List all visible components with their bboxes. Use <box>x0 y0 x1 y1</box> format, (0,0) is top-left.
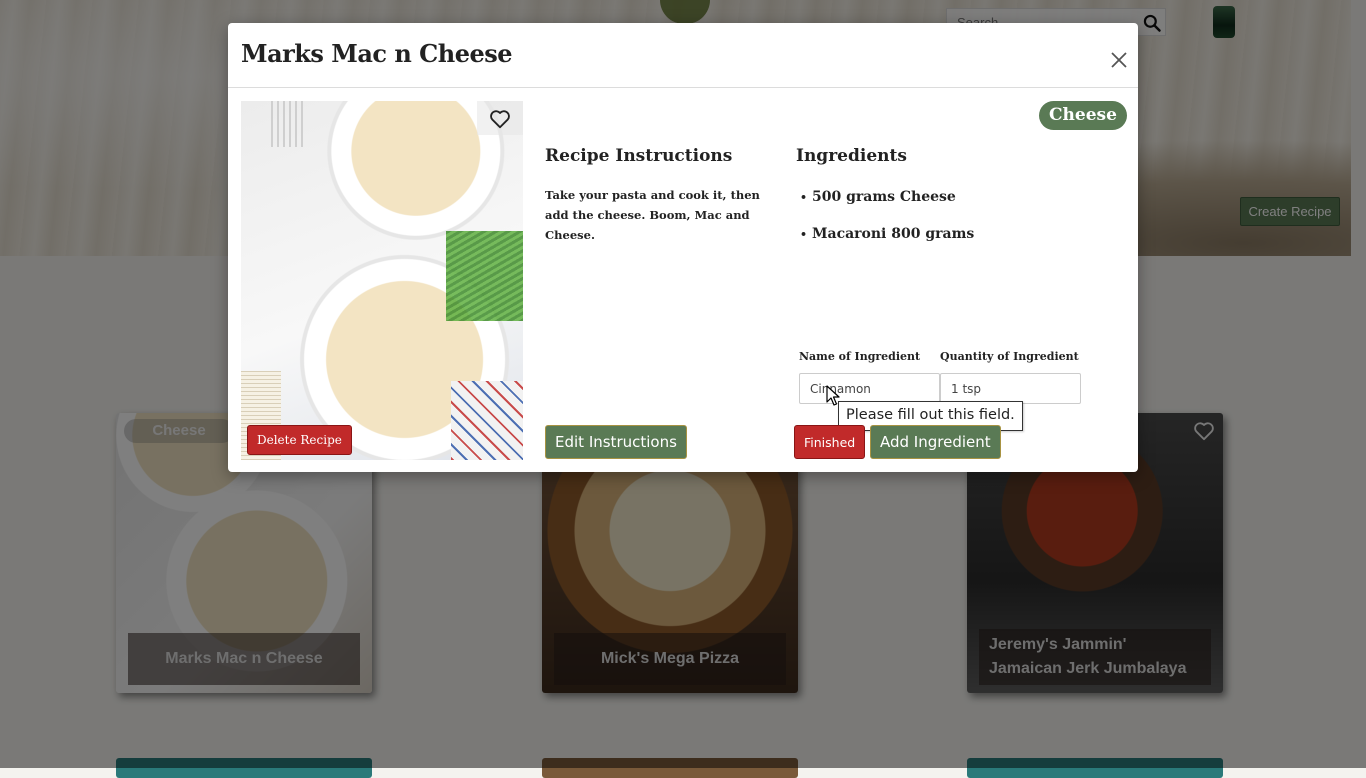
bullet: • <box>800 191 808 204</box>
recipe-image-chives <box>446 231 523 321</box>
instructions-heading: Recipe Instructions <box>545 146 733 166</box>
instructions-text: Take your pasta and cook it, then add th… <box>545 188 760 242</box>
category-tag: Cheese <box>1039 101 1127 130</box>
ingredient-item: • Macaroni 800 grams <box>800 222 974 259</box>
favorite-button[interactable] <box>477 101 523 135</box>
close-button[interactable] <box>1108 49 1130 71</box>
bullet: • <box>800 228 808 241</box>
delete-recipe-button[interactable]: Delete Recipe <box>247 425 352 455</box>
ingredient-name-input[interactable] <box>799 373 940 404</box>
recipe-image-fork <box>271 101 303 147</box>
ingredient-quantity-label: Quantity of Ingredient <box>940 350 1079 363</box>
ingredient-list: • 500 grams Cheese • Macaroni 800 grams <box>800 185 974 259</box>
recipe-image: Delete Recipe <box>241 101 523 460</box>
edit-instructions-button[interactable]: Edit Instructions <box>545 425 687 459</box>
close-icon <box>1111 52 1127 68</box>
modal-divider <box>228 87 1138 88</box>
ingredient-item: • 500 grams Cheese <box>800 185 974 222</box>
recipe-image-cloth <box>451 381 523 460</box>
add-ingredient-button[interactable]: Add Ingredient <box>870 425 1001 459</box>
ingredients-heading: Ingredients <box>796 146 907 166</box>
ingredient-quantity-input[interactable] <box>940 373 1081 404</box>
ingredient-text: Macaroni 800 grams <box>812 226 975 242</box>
heart-outline-icon <box>490 110 510 129</box>
recipe-modal: Marks Mac n Cheese Delete Recipe Recipe … <box>228 23 1138 472</box>
ingredient-name-label: Name of Ingredient <box>799 350 921 363</box>
ingredient-text: 500 grams Cheese <box>812 189 956 205</box>
modal-title: Marks Mac n Cheese <box>241 39 513 68</box>
finished-button[interactable]: Finished <box>794 425 866 459</box>
